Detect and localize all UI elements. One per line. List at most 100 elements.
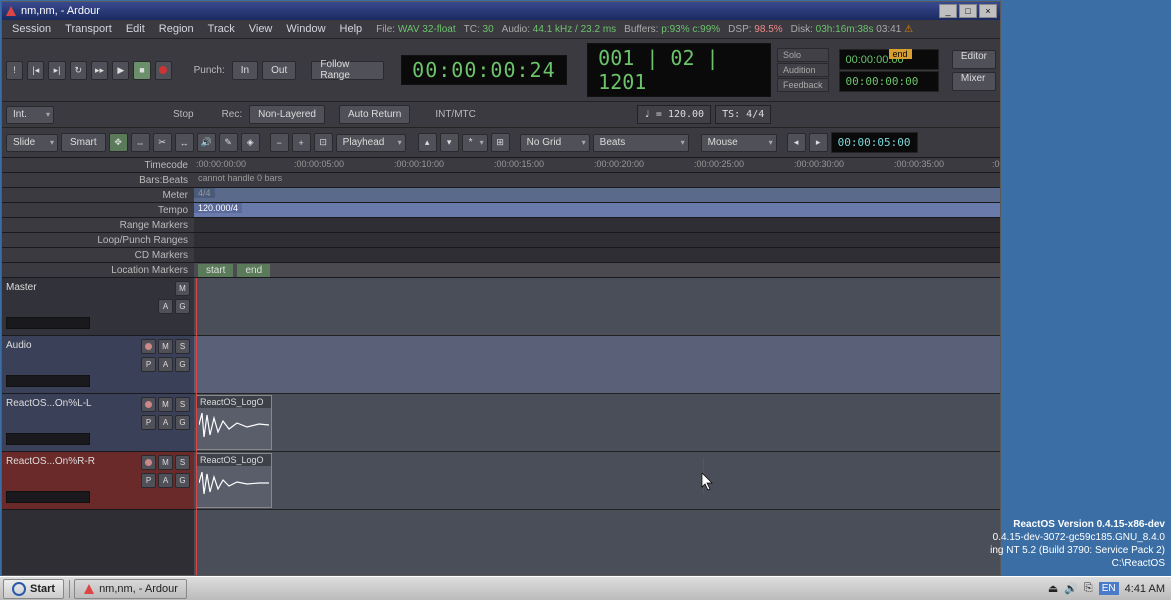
group-button[interactable]: G bbox=[175, 357, 190, 372]
tempo-display[interactable]: ♩ = 120.00 bbox=[637, 105, 711, 124]
titlebar[interactable]: nm,nm, - Ardour _ □ × bbox=[2, 2, 1000, 20]
start-button[interactable]: Start bbox=[3, 579, 64, 599]
track-canvas[interactable]: ReactOS_LogO ReactOS_LogO bbox=[194, 278, 1000, 575]
track-lane-left[interactable]: ReactOS_LogO bbox=[194, 394, 1000, 452]
ruler-tempo-label[interactable]: Tempo bbox=[2, 203, 194, 217]
ruler-loop-label[interactable]: Loop/Punch Ranges bbox=[2, 233, 194, 247]
edit-mode-dropdown[interactable]: Slide bbox=[6, 134, 58, 152]
playlist-button[interactable]: P bbox=[141, 415, 156, 430]
location-clock[interactable]: 00:00:00:00end bbox=[839, 49, 939, 70]
playlist-button[interactable]: P bbox=[141, 357, 156, 372]
tray-clock[interactable]: 4:41 AM bbox=[1125, 583, 1165, 595]
midi-panic-button[interactable]: ! bbox=[6, 61, 23, 80]
ruler-loop[interactable] bbox=[194, 233, 1000, 247]
track-lane-right[interactable]: ReactOS_LogO bbox=[194, 452, 1000, 510]
automation-button[interactable]: A bbox=[158, 473, 173, 488]
shrink-tracks-button[interactable]: ▾ bbox=[440, 133, 459, 152]
audition-tool-button[interactable]: 🔊 bbox=[197, 133, 216, 152]
nudge-fwd-button[interactable]: ▸ bbox=[809, 133, 828, 152]
ruler-location[interactable]: start end bbox=[194, 263, 1000, 277]
zoom-fit-button[interactable]: ⊡ bbox=[314, 133, 333, 152]
smart-mode-button[interactable]: Smart bbox=[61, 133, 106, 152]
play-range-button[interactable]: ▸▸ bbox=[91, 61, 108, 80]
fader[interactable] bbox=[6, 317, 90, 329]
auto-return-button[interactable]: Auto Return bbox=[339, 105, 410, 124]
rec-enable-button[interactable] bbox=[141, 397, 156, 412]
content-tool-button[interactable]: ◈ bbox=[241, 133, 260, 152]
tray-eject-icon[interactable]: ⏏ bbox=[1048, 582, 1058, 595]
track-header-master[interactable]: Master M AG bbox=[2, 278, 194, 336]
fader[interactable] bbox=[6, 491, 90, 503]
zoom-out-button[interactable]: − bbox=[270, 133, 289, 152]
automation-button[interactable]: A bbox=[158, 357, 173, 372]
audio-region-left[interactable]: ReactOS_LogO bbox=[196, 395, 272, 450]
record-button[interactable] bbox=[155, 61, 172, 80]
tray-lang[interactable]: EN bbox=[1099, 582, 1119, 595]
goto-start-button[interactable]: |◂ bbox=[27, 61, 44, 80]
sync-dropdown[interactable]: Int. bbox=[6, 106, 54, 124]
maximize-button[interactable]: □ bbox=[959, 4, 977, 18]
track-header-right[interactable]: ReactOS...On%R-R MS PAG bbox=[2, 452, 194, 510]
solo-button[interactable]: S bbox=[175, 455, 190, 470]
mute-button[interactable]: M bbox=[175, 281, 190, 296]
group-button[interactable]: G bbox=[175, 299, 190, 314]
ruler-cd-label[interactable]: CD Markers bbox=[2, 248, 194, 262]
marker-start[interactable]: start bbox=[198, 264, 233, 277]
tray-usb-icon[interactable]: ⎘ bbox=[1084, 582, 1093, 595]
menu-edit[interactable]: Edit bbox=[120, 21, 151, 37]
punch-in-button[interactable]: In bbox=[232, 61, 258, 80]
automation-button[interactable]: A bbox=[158, 299, 173, 314]
ruler-barsbeats[interactable]: cannot handle 0 bars bbox=[194, 173, 1000, 187]
solo-button[interactable]: S bbox=[175, 397, 190, 412]
tray-volume-icon[interactable]: 🔊 bbox=[1064, 582, 1078, 595]
menu-track[interactable]: Track bbox=[202, 21, 241, 37]
fader[interactable] bbox=[6, 375, 90, 387]
expand-tracks-button[interactable]: ▴ bbox=[418, 133, 437, 152]
group-button[interactable]: G bbox=[175, 473, 190, 488]
ruler-cd[interactable] bbox=[194, 248, 1000, 262]
timesig-display[interactable]: TS: 4/4 bbox=[715, 105, 771, 124]
rec-enable-button[interactable] bbox=[141, 339, 156, 354]
mute-button[interactable]: M bbox=[158, 339, 173, 354]
cut-tool-button[interactable]: ✂ bbox=[153, 133, 172, 152]
track-header-audio[interactable]: Audio MS PAG bbox=[2, 336, 194, 394]
ruler-timecode-label[interactable]: Timecode bbox=[2, 158, 194, 172]
object-tool-button[interactable]: ✥ bbox=[109, 133, 128, 152]
snap-mode-dropdown[interactable]: No Grid bbox=[520, 134, 590, 152]
draw-tool-button[interactable]: ✎ bbox=[219, 133, 238, 152]
playhead[interactable] bbox=[196, 278, 197, 575]
menu-window[interactable]: Window bbox=[280, 21, 331, 37]
track-header-left[interactable]: ReactOS...On%L-L MS PAG bbox=[2, 394, 194, 452]
editor-button[interactable]: Editor bbox=[952, 50, 996, 69]
range-tool-button[interactable]: ⇔ bbox=[131, 133, 150, 152]
non-layered-button[interactable]: Non-Layered bbox=[249, 105, 325, 124]
ruler-barsbeats-label[interactable]: Bars:Beats bbox=[2, 173, 194, 187]
minimize-button[interactable]: _ bbox=[939, 4, 957, 18]
track-height-dropdown[interactable]: * bbox=[462, 134, 488, 152]
track-lane-master[interactable] bbox=[194, 278, 1000, 336]
follow-range-button[interactable]: Follow Range bbox=[311, 61, 384, 80]
mixer-button[interactable]: Mixer bbox=[952, 72, 996, 91]
marker-end[interactable]: end bbox=[237, 264, 270, 277]
ruler-tempo[interactable]: 120.000/4 bbox=[194, 203, 1000, 217]
play-button[interactable]: ▶ bbox=[112, 61, 129, 80]
zoom-in-button[interactable]: + bbox=[292, 133, 311, 152]
ruler-timecode[interactable]: :00:00:00:00 :00:00:05:00 :00:00:10:00 :… bbox=[194, 158, 1000, 172]
taskbar-app-button[interactable]: nm,nm, - Ardour bbox=[74, 579, 187, 599]
menu-session[interactable]: Session bbox=[6, 21, 57, 37]
menu-view[interactable]: View bbox=[243, 21, 279, 37]
secondary-clock[interactable]: 001 | 02 | 1201 bbox=[587, 43, 771, 97]
nudge-back-button[interactable]: ◂ bbox=[787, 133, 806, 152]
playlist-button[interactable]: P bbox=[141, 473, 156, 488]
feedback-alert[interactable]: Feedback bbox=[777, 78, 829, 92]
solo-alert[interactable]: Solo bbox=[777, 48, 829, 62]
punch-out-button[interactable]: Out bbox=[262, 61, 296, 80]
fader[interactable] bbox=[6, 433, 90, 445]
mute-button[interactable]: M bbox=[158, 455, 173, 470]
stop-button[interactable]: ■ bbox=[133, 61, 150, 80]
track-name-master[interactable]: Master bbox=[6, 282, 190, 293]
ruler-range[interactable] bbox=[194, 218, 1000, 232]
ruler-meter[interactable]: 4/4 bbox=[194, 188, 1000, 202]
audio-region-right[interactable]: ReactOS_LogO bbox=[196, 453, 272, 508]
stretch-tool-button[interactable]: ↔ bbox=[175, 133, 194, 152]
